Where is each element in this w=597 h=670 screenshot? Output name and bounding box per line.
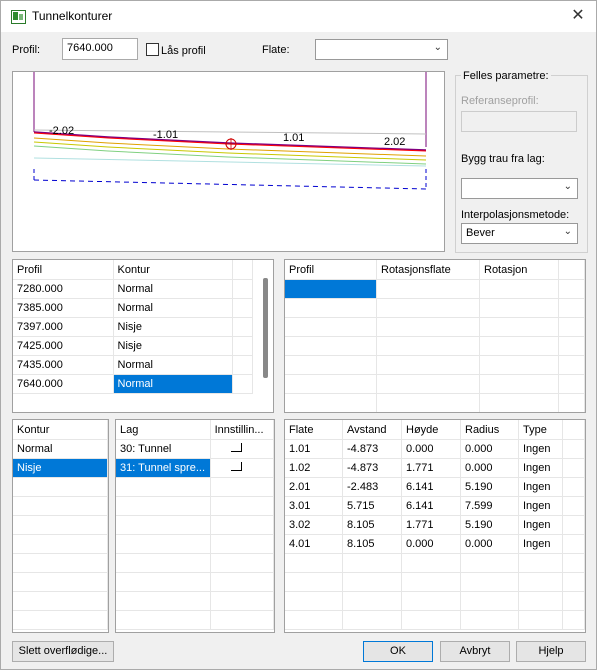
interp-select[interactable]: Bever ⌄ bbox=[461, 223, 578, 244]
ok-button[interactable]: OK bbox=[363, 641, 433, 662]
cell-kontur: Nisje bbox=[113, 336, 233, 356]
cell-kontur: Normal bbox=[113, 279, 233, 299]
table-row[interactable]: 7280.000 Normal bbox=[13, 279, 254, 299]
list-item[interactable]: Nisje bbox=[13, 458, 108, 478]
settings-icon[interactable] bbox=[230, 462, 242, 471]
table-row[interactable] bbox=[285, 279, 585, 299]
col-header-profil[interactable]: Profil bbox=[285, 260, 377, 280]
table-row[interactable]: 7397.000 Nisje bbox=[13, 317, 254, 337]
table-row[interactable]: 3.01 5.715 6.141 7.599 Ingen bbox=[285, 496, 585, 516]
table-row[interactable]: 1.02 -4.873 1.771 0.000 Ingen bbox=[285, 458, 585, 478]
cell-kontur: Normal bbox=[13, 439, 108, 459]
col-header-type[interactable]: Type bbox=[518, 420, 563, 440]
slett-button[interactable]: Slett overflødige... bbox=[12, 641, 114, 662]
chevron-down-icon: ⌄ bbox=[563, 181, 572, 192]
cell-profil: 7397.000 bbox=[13, 317, 114, 337]
table-row[interactable]: 2.01 -2.483 6.141 5.190 Ingen bbox=[285, 477, 585, 497]
cell-profil: 7640.000 bbox=[13, 374, 114, 394]
tunnel-preview-drawing: -2.02 -1.01 1.01 2.02 bbox=[33, 72, 427, 190]
col-header-rotasjonsflate[interactable]: Rotasjonsflate bbox=[376, 260, 480, 280]
cell-profil: 7385.000 bbox=[13, 298, 114, 318]
col-header-kontur[interactable]: Kontur bbox=[113, 260, 233, 280]
table-row[interactable]: 1.01 -4.873 0.000 0.000 Ingen bbox=[285, 439, 585, 459]
help-button[interactable]: Hjelp bbox=[516, 641, 586, 662]
cell-lag-selected: 31: Tunnel spre... bbox=[116, 458, 211, 478]
chevron-down-icon: ⌄ bbox=[433, 42, 442, 53]
interp-select-value: Bever bbox=[466, 227, 495, 239]
col-header-avstand[interactable]: Avstand bbox=[342, 420, 402, 440]
lock-profile-checkbox[interactable] bbox=[146, 43, 159, 56]
kontur-table: Kontur Normal Nisje bbox=[12, 419, 109, 633]
cell-profil: 7425.000 bbox=[13, 336, 114, 356]
ref-profile-input bbox=[461, 111, 577, 132]
profile-line bbox=[33, 131, 427, 151]
profil-label: Profil: bbox=[12, 44, 41, 56]
bygg-select[interactable]: ⌄ bbox=[461, 178, 578, 199]
table-row[interactable]: 31: Tunnel spre... bbox=[116, 458, 274, 478]
rotation-table: Profil Rotasjonsflate Rotasjon bbox=[284, 259, 586, 413]
profile-table: Profil Kontur 7280.000 Normal 7385.000 Nor… bbox=[12, 259, 274, 413]
profil-input[interactable]: 7640.000 bbox=[62, 38, 138, 60]
ref-profile-label: Referanseprofil: bbox=[461, 95, 539, 107]
interp-label: Interpolasjonsmetode: bbox=[461, 209, 570, 221]
label-m202: -2.02 bbox=[49, 125, 74, 137]
profile-grid: Profil Kontur 7280.000 Normal 7385.000 Nor… bbox=[13, 260, 254, 394]
col-header-flate[interactable]: Flate bbox=[285, 420, 343, 440]
window-title: Tunnelkonturer bbox=[32, 9, 113, 23]
flate-label: Flate: bbox=[262, 44, 290, 56]
params-group-title: Felles parametre: bbox=[461, 70, 551, 82]
chevron-down-icon: ⌄ bbox=[563, 226, 572, 237]
scrollbar-thumb[interactable] bbox=[263, 278, 268, 378]
dialog-window: Tunnelkonturer ✕ Profil: 7640.000 Lås pr… bbox=[0, 0, 597, 670]
lag-grid: Lag Innstillin... 30: Tunnel 31: Tunnel … bbox=[116, 420, 274, 630]
app-icon bbox=[11, 10, 26, 24]
lock-profile-label: Lås profil bbox=[161, 45, 206, 57]
flate-select[interactable]: ⌄ bbox=[315, 39, 448, 60]
cell-profil: 7435.000 bbox=[13, 355, 114, 375]
bygg-label: Bygg trau fra lag: bbox=[461, 153, 545, 165]
table-row[interactable]: 7385.000 Normal bbox=[13, 298, 254, 318]
cell-kontur-selected: Nisje bbox=[13, 458, 108, 478]
col-header-rotasjon[interactable]: Rotasjon bbox=[479, 260, 559, 280]
col-header-radius[interactable]: Radius bbox=[460, 420, 519, 440]
flate-table: Flate Avstand Høyde Radius Type 1.01 -4.8… bbox=[284, 419, 586, 633]
close-icon[interactable]: ✕ bbox=[567, 6, 589, 26]
kontur-grid: Kontur Normal Nisje bbox=[13, 420, 108, 630]
label-202: 2.02 bbox=[384, 136, 405, 148]
table-row[interactable]: 7435.000 Normal bbox=[13, 355, 254, 375]
table-row[interactable]: 30: Tunnel bbox=[116, 439, 274, 459]
col-header-kontur[interactable]: Kontur bbox=[13, 420, 108, 440]
table-row[interactable]: 7640.000 Normal bbox=[13, 374, 254, 394]
label-m101: -1.01 bbox=[153, 129, 178, 141]
title-bar: Tunnelkonturer ✕ bbox=[1, 1, 596, 32]
col-header-hoyde[interactable]: Høyde bbox=[401, 420, 461, 440]
lag-table: Lag Innstillin... 30: Tunnel 31: Tunnel … bbox=[115, 419, 275, 633]
list-item[interactable]: Normal bbox=[13, 439, 108, 459]
col-header-lag[interactable]: Lag bbox=[116, 420, 211, 440]
settings-cell[interactable] bbox=[210, 439, 274, 459]
flate-grid: Flate Avstand Høyde Radius Type 1.01 -4.8… bbox=[285, 420, 585, 630]
cell-lag: 30: Tunnel bbox=[116, 439, 211, 459]
settings-cell[interactable] bbox=[210, 458, 274, 478]
label-101: 1.01 bbox=[283, 132, 304, 144]
col-header-innstillinger[interactable]: Innstillin... bbox=[210, 420, 274, 440]
grey-line bbox=[33, 129, 427, 135]
cell-kontur-selected: Normal bbox=[113, 374, 233, 394]
cell-kontur: Normal bbox=[113, 298, 233, 318]
col-header-profil[interactable]: Profil bbox=[13, 260, 114, 280]
cancel-button[interactable]: Avbryt bbox=[440, 641, 510, 662]
cell-kontur: Normal bbox=[113, 355, 233, 375]
rotation-grid: Profil Rotasjonsflate Rotasjon bbox=[285, 260, 585, 412]
cell-kontur: Nisje bbox=[113, 317, 233, 337]
profile-preview: -2.02 -1.01 1.01 2.02 bbox=[12, 71, 445, 252]
settings-icon[interactable] bbox=[230, 443, 242, 452]
cell-profil: 7280.000 bbox=[13, 279, 114, 299]
table-row[interactable]: 7425.000 Nisje bbox=[13, 336, 254, 356]
bottom-dashed-line bbox=[33, 179, 427, 190]
table-row[interactable]: 4.01 8.105 0.000 0.000 Ingen bbox=[285, 534, 585, 554]
table-row[interactable]: 3.02 8.105 1.771 5.190 Ingen bbox=[285, 515, 585, 535]
